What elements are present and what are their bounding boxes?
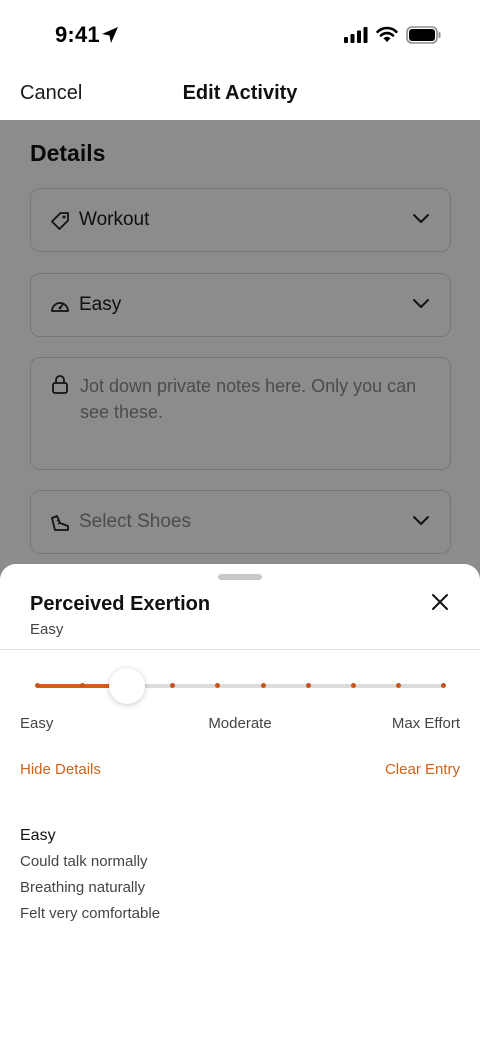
slider-tick xyxy=(396,683,401,688)
slider-tick xyxy=(306,683,311,688)
slider-tick xyxy=(351,683,356,688)
detail-line: Felt very comfortable xyxy=(20,905,161,922)
hide-details-button[interactable]: Hide Details xyxy=(20,761,101,778)
slider-tick xyxy=(215,683,220,688)
selected-exertion-label: Easy xyxy=(30,621,64,638)
divider xyxy=(0,649,480,650)
wifi-icon xyxy=(376,26,398,42)
scale-label-easy: Easy xyxy=(20,715,54,732)
detail-line: Breathing naturally xyxy=(20,879,146,896)
location-arrow-icon xyxy=(102,27,118,43)
detail-heading: Easy xyxy=(20,827,56,844)
status-bar: 9:41 xyxy=(0,0,480,70)
clear-entry-button[interactable]: Clear Entry xyxy=(385,761,460,778)
battery-icon xyxy=(406,26,441,44)
status-time: 9:41 xyxy=(55,22,100,47)
scale-label-max-effort: Max Effort xyxy=(391,715,460,732)
slider-tick xyxy=(80,683,85,688)
slider-tick xyxy=(261,683,266,688)
perceived-exertion-sheet: Perceived Exertion Easy Moderate Easy Ma… xyxy=(0,564,480,1040)
slider-tick xyxy=(441,683,446,688)
close-icon[interactable] xyxy=(428,590,452,614)
sheet-title: Perceived Exertion xyxy=(30,593,211,615)
nav-bar: Edit Activity Cancel xyxy=(0,70,480,120)
cancel-button[interactable]: Cancel xyxy=(20,82,82,105)
sheet-grabber[interactable] xyxy=(218,574,262,580)
slider-thumb[interactable] xyxy=(109,668,146,704)
slider-tick xyxy=(35,683,40,688)
cellular-signal-icon xyxy=(344,27,368,43)
slider-tick xyxy=(170,683,175,688)
exertion-slider[interactable] xyxy=(35,668,446,704)
detail-line: Could talk normally xyxy=(20,853,148,870)
